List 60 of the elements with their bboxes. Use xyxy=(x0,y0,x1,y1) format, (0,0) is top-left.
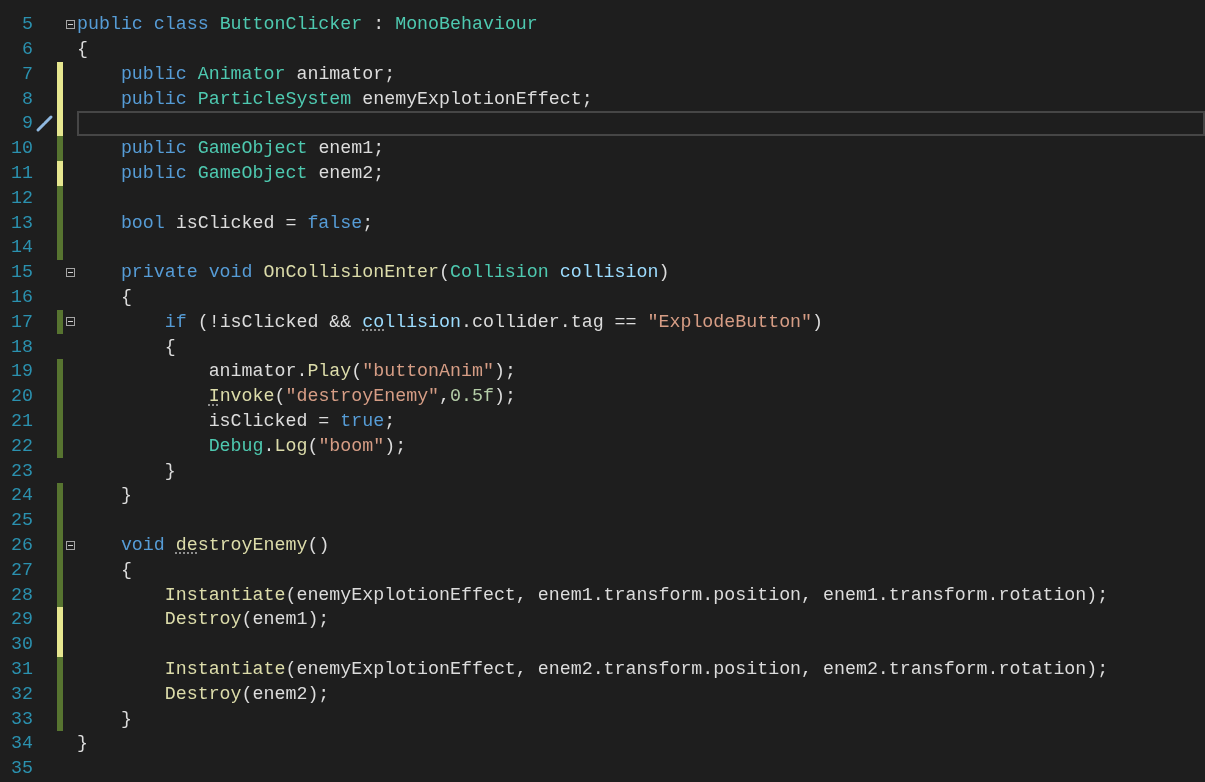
code-line: public ParticleSystem enemyExplotionEffect; xyxy=(119,89,593,108)
code-line: bool isClicked = false; xyxy=(119,213,374,232)
code-line: } xyxy=(119,486,132,505)
code-line: { xyxy=(119,560,132,580)
code-line: Instantiate(enemyExplotionEffect, enem1.transform.position, enem1.transform.rotation); xyxy=(163,585,1109,604)
line-number: 21 xyxy=(10,412,33,431)
collapse-icon[interactable] xyxy=(65,267,75,277)
line-number: 26 xyxy=(10,536,33,555)
code-line: Instantiate(enemyExplotionEffect, enem2.transform.position, enem2.transform.rotation); xyxy=(163,659,1109,679)
line-number: 23 xyxy=(10,461,33,480)
code-line: { xyxy=(77,40,88,59)
line-number: 28 xyxy=(10,585,33,604)
code-line: public GameObject enem1; xyxy=(119,139,385,158)
line-number: 31 xyxy=(10,659,33,679)
line-number: 9 xyxy=(21,114,33,133)
line-number: 7 xyxy=(21,64,33,84)
line-number: 20 xyxy=(10,387,33,406)
code-line: if (!isClicked && collision.collider.tag == "ExplodeButton") xyxy=(163,312,824,332)
line-number: 11 xyxy=(10,164,33,183)
code-line: } xyxy=(77,734,88,753)
collapse-icon[interactable] xyxy=(65,317,75,327)
line-number: 29 xyxy=(10,610,33,629)
code-line: } xyxy=(119,709,132,728)
line-number: 15 xyxy=(10,263,33,282)
code-line: void destroyEnemy() xyxy=(119,536,330,555)
line-number: 25 xyxy=(10,511,33,530)
line-number: 13 xyxy=(10,213,33,232)
collapse-icon[interactable] xyxy=(65,19,75,29)
code-line: { xyxy=(119,288,132,307)
code-line: private void OnCollisionEnter(Collision collision) xyxy=(119,263,670,282)
code-line: public GameObject enem2; xyxy=(119,164,385,183)
line-number: 16 xyxy=(10,288,33,307)
line-number: 30 xyxy=(10,635,33,654)
code-line: Destroy(enem1); xyxy=(163,610,330,629)
line-number: 10 xyxy=(10,139,33,158)
code-line: } xyxy=(163,461,176,480)
code-line: public class ButtonClicker : MonoBehaviour xyxy=(77,15,538,34)
line-number: 12 xyxy=(10,188,33,208)
collapse-icon[interactable] xyxy=(65,540,75,550)
line-number: 18 xyxy=(10,337,33,356)
code-line: Debug.Log("boom"); xyxy=(207,436,407,456)
line-number: 5 xyxy=(21,15,33,34)
code-line: Invoke("destroyEnemy",0.5f); xyxy=(207,387,516,406)
code-line: public Animator animator; xyxy=(119,64,396,84)
line-number: 14 xyxy=(10,238,33,257)
code-line: Destroy(enem2); xyxy=(163,684,330,704)
line-number: 34 xyxy=(10,734,33,753)
line-number: 24 xyxy=(10,486,33,505)
line-number: 19 xyxy=(10,362,33,381)
line-number: 22 xyxy=(10,436,33,456)
code-line: { xyxy=(163,337,176,356)
line-number: 33 xyxy=(10,709,33,728)
code-line: isClicked = true; xyxy=(207,412,396,431)
line-number: 32 xyxy=(10,684,33,704)
line-number: 6 xyxy=(21,40,33,59)
line-number: 27 xyxy=(10,560,33,580)
line-number: 17 xyxy=(10,312,33,332)
line-number: 35 xyxy=(10,759,33,778)
code-line: animator.Play("buttonAnim"); xyxy=(207,362,516,381)
line-number: 8 xyxy=(21,89,33,108)
